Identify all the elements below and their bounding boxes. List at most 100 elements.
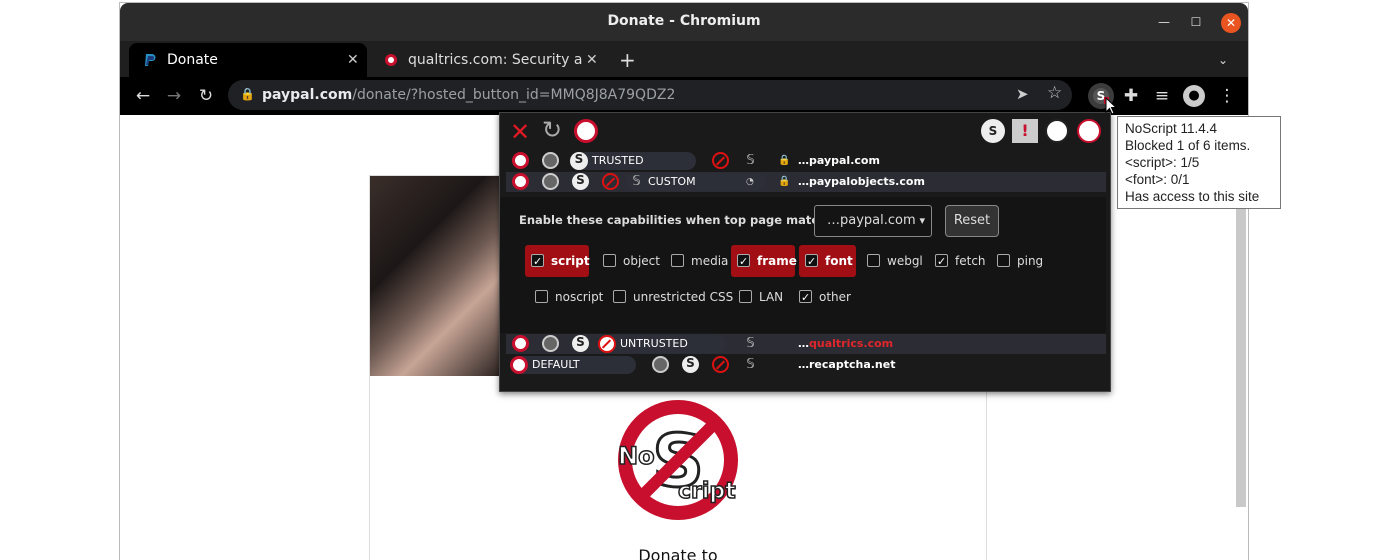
preset-label: DEFAULT xyxy=(532,358,580,371)
custom-preset-pill[interactable]: 𝕊 CUSTOM ◔ xyxy=(626,173,766,191)
clock-icon[interactable]: ◔ xyxy=(746,173,754,191)
tooltip-line: <font>: 0/1 xyxy=(1125,172,1190,187)
checkbox[interactable] xyxy=(613,290,626,303)
site-host: …recaptcha.net xyxy=(798,358,896,371)
tab-label: Donate xyxy=(167,52,218,68)
tab-qualtrics[interactable]: qualtrics.com: Security an ✕ xyxy=(370,43,610,77)
checkbox[interactable] xyxy=(805,246,818,278)
custom-preset-icon[interactable]: 𝕊 xyxy=(742,356,759,373)
media-controls-icon[interactable]: ≡ xyxy=(1151,85,1173,107)
default-preset-icon[interactable] xyxy=(512,152,529,169)
back-icon[interactable]: ← xyxy=(132,85,154,107)
untrusted-preset-pill[interactable]: UNTRUSTED xyxy=(598,335,726,353)
url-text[interactable]: paypal.com/donate/?hosted_button_id=MMQ8… xyxy=(262,87,675,103)
default-s-icon xyxy=(510,356,528,374)
checkbox[interactable] xyxy=(603,254,616,267)
cap-object[interactable]: object xyxy=(597,245,661,277)
close-tab-icon[interactable]: ✕ xyxy=(347,43,359,77)
noscript-logo: S No cript xyxy=(617,400,738,520)
default-preset-icon[interactable] xyxy=(512,335,529,352)
address-bar[interactable]: 🔒 paypal.com/donate/?hosted_button_id=MM… xyxy=(228,80,1072,110)
tab-label: qualtrics.com: Security an xyxy=(408,52,583,68)
no-entry-icon[interactable] xyxy=(712,356,729,373)
trusted-s-icon: S xyxy=(570,152,588,170)
cap-fetch[interactable]: fetch xyxy=(929,245,987,278)
close-popup-icon[interactable]: ✕ xyxy=(510,118,530,146)
checkbox[interactable] xyxy=(535,290,548,303)
window-title: Donate - Chromium xyxy=(607,13,761,29)
default-preset-pill[interactable]: DEFAULT xyxy=(510,356,636,374)
default-preset-icon[interactable] xyxy=(512,173,529,190)
untrusted-preset-icon[interactable] xyxy=(542,152,559,169)
cap-webgl[interactable]: webgl xyxy=(861,245,923,277)
donation-photo xyxy=(370,176,500,376)
checkbox[interactable] xyxy=(671,254,684,267)
profile-avatar-icon[interactable]: ● xyxy=(1183,85,1205,107)
tooltip-line: Blocked 1 of 6 items. xyxy=(1125,138,1251,153)
send-to-device-icon[interactable]: ➤ xyxy=(1016,85,1029,103)
cap-noscript[interactable]: noscript xyxy=(529,281,603,313)
no-entry-icon xyxy=(598,335,616,353)
tooltip-line: <script>: 1/5 xyxy=(1125,155,1200,170)
trusted-preset-icon[interactable]: S xyxy=(572,173,589,190)
menu-icon[interactable]: ⋮ xyxy=(1216,85,1238,107)
checkbox[interactable] xyxy=(737,246,750,278)
untrusted-preset-icon[interactable] xyxy=(652,356,669,373)
cap-ping[interactable]: ping xyxy=(991,245,1043,277)
temp-trust-clock-icon[interactable] xyxy=(1045,119,1069,143)
scrollbar[interactable] xyxy=(1236,185,1246,507)
top-page-match-select[interactable]: …paypal.com ▾ xyxy=(814,205,932,237)
revoke-temp-icon[interactable]: ! xyxy=(1012,119,1038,143)
custom-preset-icon[interactable]: 𝕊 xyxy=(742,335,759,352)
custom-s-icon: 𝕊 xyxy=(632,174,641,189)
temp-revoke-clock-icon[interactable] xyxy=(1077,119,1101,143)
trusted-preset-pill[interactable]: S TRUSTED xyxy=(570,152,696,170)
checkbox[interactable] xyxy=(799,282,812,314)
cap-font[interactable]: font xyxy=(799,245,856,278)
checkbox[interactable] xyxy=(739,290,752,303)
noscript-options-icon[interactable] xyxy=(574,119,598,143)
toolbar: ← → ↻ 🔒 paypal.com/donate/?hosted_button… xyxy=(120,77,1248,115)
title-bar: Donate - Chromium — ☐ ✕ xyxy=(120,3,1248,41)
tab-search-icon[interactable]: ⌄ xyxy=(1218,43,1234,77)
lock-icon[interactable]: 🔒 xyxy=(778,155,790,166)
checkbox[interactable] xyxy=(997,254,1010,267)
untrusted-preset-icon[interactable] xyxy=(542,173,559,190)
cap-frame[interactable]: frame xyxy=(731,245,797,278)
no-entry-icon[interactable] xyxy=(712,152,729,169)
lock-icon[interactable]: 🔒 xyxy=(778,176,790,187)
cap-other[interactable]: other xyxy=(793,281,851,314)
global-temp-trust-icon[interactable]: S xyxy=(981,119,1005,143)
untrusted-preset-icon[interactable] xyxy=(542,335,559,352)
reset-button[interactable]: Reset xyxy=(945,205,999,237)
svg-text:cript: cript xyxy=(678,479,736,504)
checkbox[interactable] xyxy=(867,254,880,267)
minimize-icon[interactable]: — xyxy=(1155,13,1173,31)
tab-donate[interactable]: Donate ✕ xyxy=(129,43,367,77)
site-row-paypalobjects: S 𝕊 CUSTOM ◔ 🔒 …paypalobjects.com xyxy=(506,172,1106,192)
forward-icon[interactable]: → xyxy=(163,85,185,107)
cap-script[interactable]: script xyxy=(525,245,590,278)
cap-unrestricted-css[interactable]: unrestricted CSS xyxy=(607,281,733,313)
lock-icon: 🔒 xyxy=(240,87,255,101)
trusted-preset-icon[interactable]: S xyxy=(572,335,589,352)
donate-to-label: Donate to xyxy=(638,546,718,560)
reload-icon[interactable]: ↻ xyxy=(195,85,217,107)
mouse-cursor-icon xyxy=(1105,97,1117,115)
custom-preset-icon[interactable]: 𝕊 xyxy=(742,152,759,169)
bookmark-star-icon[interactable]: ☆ xyxy=(1047,83,1062,103)
close-tab-icon[interactable]: ✕ xyxy=(586,43,598,77)
checkbox[interactable] xyxy=(935,246,948,278)
reload-page-icon[interactable]: ↻ xyxy=(542,116,562,144)
cap-lan[interactable]: LAN xyxy=(733,281,783,313)
new-tab-icon[interactable]: + xyxy=(619,43,639,77)
maximize-icon[interactable]: ☐ xyxy=(1187,13,1205,31)
cap-media[interactable]: media xyxy=(665,245,728,277)
checkbox[interactable] xyxy=(531,246,544,278)
site-row-recaptcha: DEFAULT S 𝕊 …recaptcha.net xyxy=(506,355,1106,375)
close-window-button[interactable]: ✕ xyxy=(1221,13,1241,33)
trusted-preset-icon[interactable]: S xyxy=(682,356,699,373)
no-entry-icon[interactable] xyxy=(602,173,619,190)
extensions-icon[interactable]: ✚ xyxy=(1120,85,1142,107)
noscript-icon xyxy=(385,54,397,66)
